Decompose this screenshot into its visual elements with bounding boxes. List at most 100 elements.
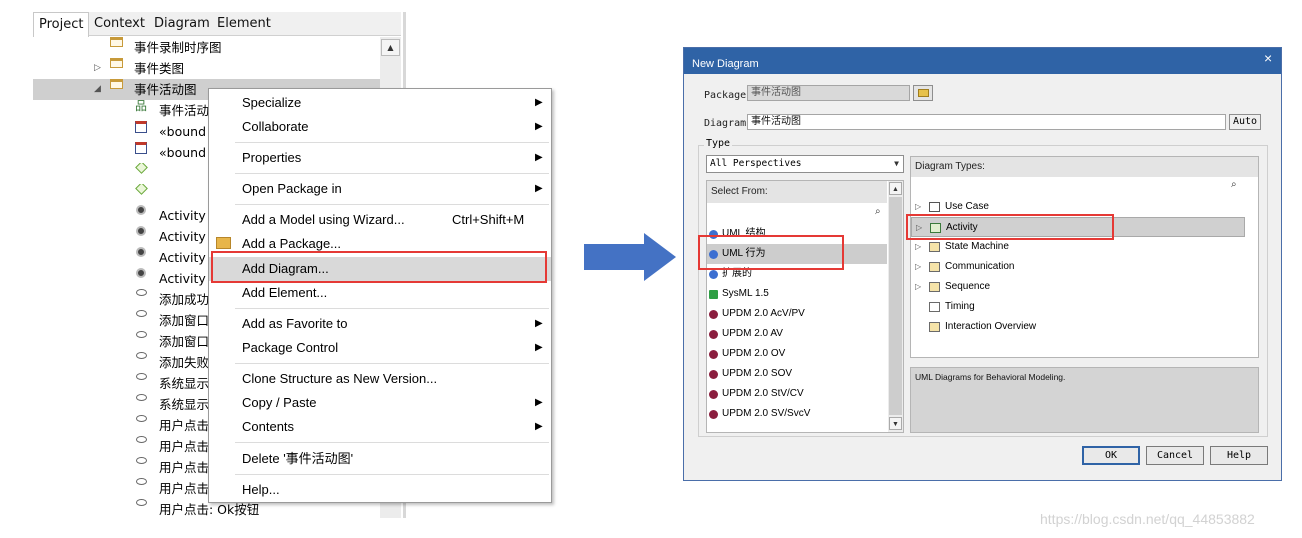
submenu-arrow-icon: ▶ [535,421,543,432]
boundary-icon [135,142,147,154]
type-item-label: State Machine [945,241,1009,252]
list-item[interactable]: UPDM 2.0 AV [707,324,887,344]
folder-icon [110,79,123,89]
type-item-sequence[interactable]: ▷ Sequence [911,277,1245,297]
type-item-label: Sequence [945,281,991,292]
action-icon [136,415,147,422]
menu-item-collaborate[interactable]: Collaborate ▶ [209,115,551,139]
action-icon [136,436,147,443]
list-item-label: UPDM 2.0 SV/SvcV [722,408,811,419]
folder-icon [110,58,123,68]
menu-item-properties[interactable]: Properties ▶ [209,146,551,170]
dropdown-arrow-icon: ▼ [894,159,899,168]
type-group-label: Type [704,138,733,149]
select-from-scrollbar[interactable]: ▲ ▼ [888,181,903,432]
expand-icon[interactable]: ▷ [915,237,921,257]
search-icon[interactable]: ⌕ [875,206,881,217]
tree-item-label: 事件类图 [134,61,185,76]
activity-node-icon [136,268,146,278]
scroll-up-icon[interactable]: ▲ [381,39,400,56]
highlight-activity [906,214,1114,240]
scroll-up-icon[interactable]: ▲ [889,182,902,195]
menu-item-add-element[interactable]: Add Element... [209,281,551,305]
tab-project[interactable]: Project [33,12,90,37]
list-item[interactable]: UPDM 2.0 AcV/PV [707,304,887,324]
tab-context[interactable]: Context [94,12,145,36]
tab-diagram[interactable]: Diagram [154,12,210,36]
tree-item-label: «bound [159,124,207,139]
menu-item-label: Help... [242,482,280,497]
menu-item-open-package-in[interactable]: Open Package in ▶ [209,177,551,201]
menu-item-label: Properties [242,150,302,165]
folder-icon [110,37,123,47]
activity-node-icon [136,205,146,215]
use-case-icon [929,202,940,212]
collapse-icon[interactable]: ◢ [94,79,101,100]
tree-item-folder[interactable]: 事件录制时序图 [33,37,380,58]
tree-item-label: 系统显示 [159,397,210,412]
list-item-label: UPDM 2.0 AV [722,328,783,339]
menu-separator [235,173,549,174]
menu-item-package-control[interactable]: Package Control ▶ [209,336,551,360]
updm-icon [709,390,718,399]
submenu-arrow-icon: ▶ [535,152,543,163]
menu-item-label: Delete '事件活动图' [242,451,354,466]
menu-separator [235,142,549,143]
menu-separator [235,308,549,309]
menu-item-copy-paste[interactable]: Copy / Paste ▶ [209,391,551,415]
menu-item-help[interactable]: Help... [209,478,551,502]
expand-icon[interactable]: ▷ [915,277,921,297]
type-item-interaction-overview[interactable]: Interaction Overview [911,317,1245,337]
diagram-types-header: Diagram Types: [911,157,1258,177]
submenu-arrow-icon: ▶ [535,397,543,408]
help-button[interactable]: Help [1210,446,1268,465]
highlight-uml-behavior [698,235,844,270]
scroll-down-icon[interactable]: ▼ [889,417,902,430]
list-item[interactable]: UPDM 2.0 StV/CV [707,384,887,404]
menu-separator [235,474,549,475]
menu-item-contents[interactable]: Contents ▶ [209,415,551,439]
auto-button[interactable]: Auto [1229,114,1261,130]
menu-item-specialize[interactable]: Specialize ▶ [209,91,551,115]
type-item-label: Communication [945,261,1015,272]
expand-icon[interactable]: ▷ [94,58,101,79]
action-icon [136,499,147,506]
menu-item-add-model-wizard[interactable]: Add a Model using Wizard... Ctrl+Shift+M [209,208,551,232]
scroll-thumb[interactable] [889,197,902,415]
tree-item-label: 事件活动图 [134,82,197,97]
expand-icon[interactable]: ▷ [915,257,921,277]
action-icon [136,394,147,401]
submenu-arrow-icon: ▶ [535,97,543,108]
tree-item-folder[interactable]: ▷ 事件类图 [33,58,380,79]
list-item[interactable]: UPDM 2.0 SOV [707,364,887,384]
browse-folder-button[interactable] [913,85,933,101]
timing-icon [929,302,940,312]
list-item[interactable]: UPDM 2.0 OV [707,344,887,364]
menu-item-delete[interactable]: Delete '事件活动图' [209,447,551,471]
tree-item-label: 系统显示 [159,376,210,391]
action-icon [136,310,147,317]
search-icon[interactable]: ⌕ [1231,179,1237,190]
action-icon [136,373,147,380]
package-icon [216,237,231,249]
ok-button[interactable]: OK [1082,446,1140,465]
context-menu: Specialize ▶ Collaborate ▶ Properties ▶ … [208,88,552,503]
list-item-label: UPDM 2.0 SOV [722,368,793,379]
list-item[interactable]: UPDM 2.0 SV/SvcV [707,404,887,424]
close-icon[interactable]: × [1264,50,1272,66]
updm-icon [709,350,718,359]
type-item-communication[interactable]: ▷ Communication [911,257,1245,277]
tree-item-label: Activity [159,271,206,286]
cancel-button[interactable]: Cancel [1146,446,1204,465]
list-item[interactable]: SysML 1.5 [707,284,887,304]
menu-item-clone-structure[interactable]: Clone Structure as New Version... [209,367,551,391]
menu-item-add-favorite[interactable]: Add as Favorite to ▶ [209,312,551,336]
tree-item-label: 添加窗口 [159,334,210,349]
type-item-state-machine[interactable]: ▷ State Machine [911,237,1245,257]
tab-element[interactable]: Element [217,12,271,36]
diagram-name-input[interactable]: 事件活动图 [747,114,1226,130]
type-item-timing[interactable]: Timing [911,297,1245,317]
menu-item-label: Package Control [242,340,339,355]
perspective-select[interactable]: All Perspectives ▼ [706,155,904,173]
uml-icon [709,270,718,279]
